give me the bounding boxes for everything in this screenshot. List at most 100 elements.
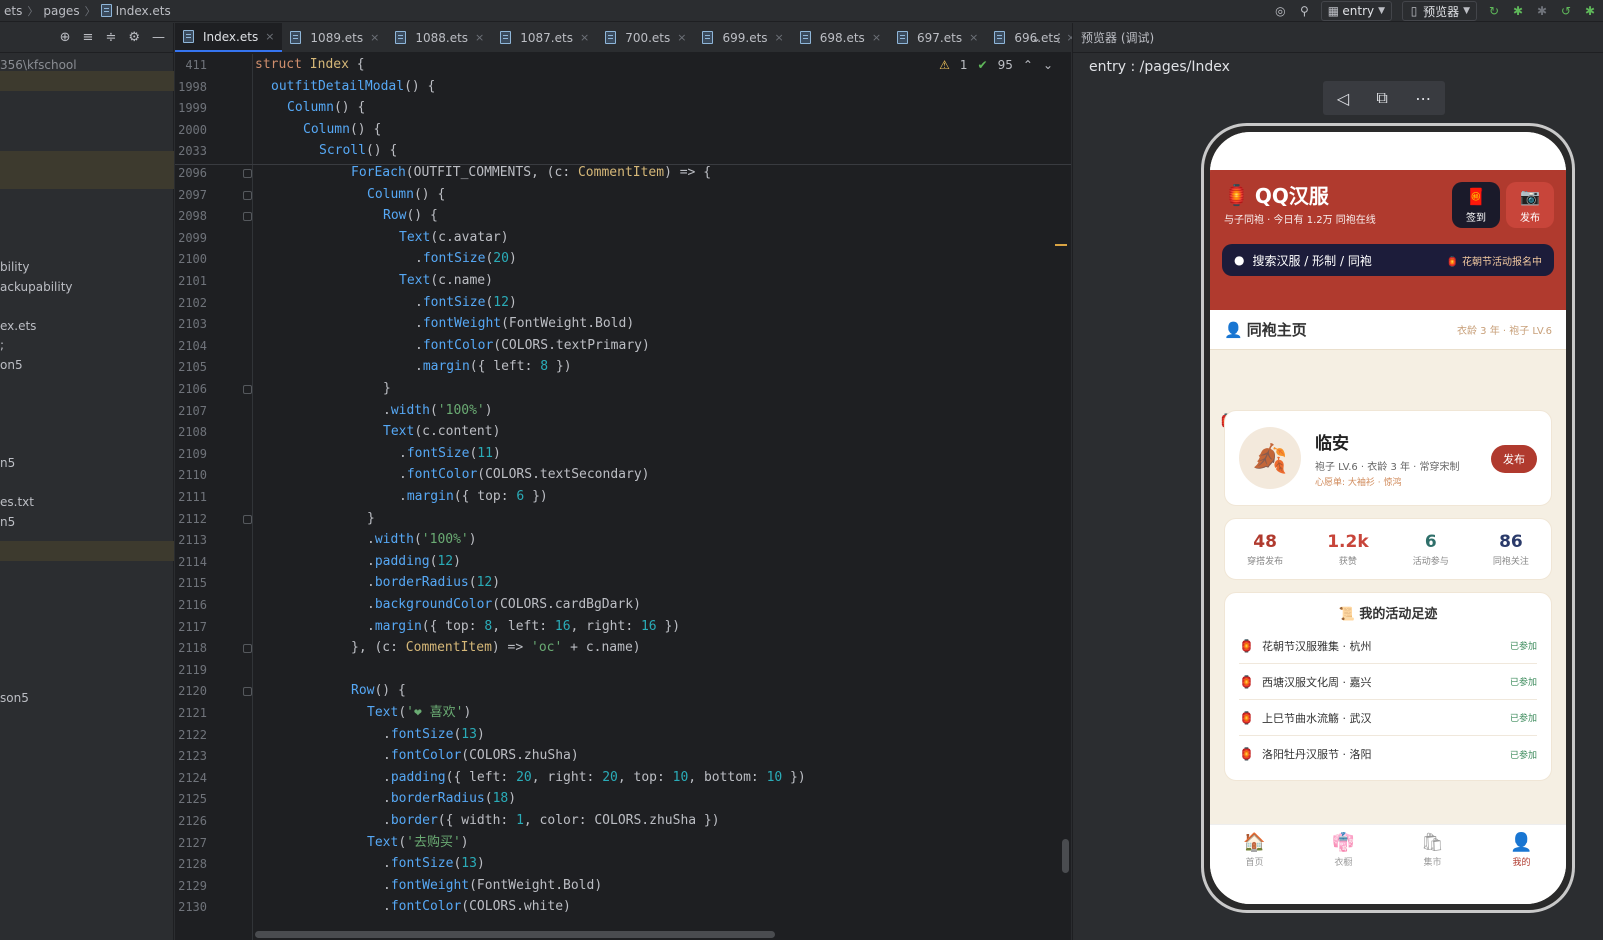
- fold-marker[interactable]: [243, 212, 252, 222]
- code-line[interactable]: .padding({ left: 20, right: 20, top: 10,…: [383, 767, 806, 789]
- code-line[interactable]: Row() {: [351, 680, 406, 702]
- search-bar[interactable]: ● 搜索汉服 / 形制 / 同袍 🏮 花朝节活动报名中: [1222, 244, 1554, 276]
- gear-icon[interactable]: ⚙: [128, 30, 140, 45]
- tree-item[interactable]: n5: [0, 453, 174, 473]
- more-vertical-icon[interactable]: ⋮: [1053, 31, 1065, 45]
- tab-wardrobe[interactable]: 👘 衣橱: [1332, 832, 1354, 868]
- code-line[interactable]: .fontColor(COLORS.zhuSha): [383, 745, 579, 767]
- code-line[interactable]: Text('去购买'): [367, 832, 469, 854]
- chevron-down-icon[interactable]: ⌄: [1031, 31, 1041, 45]
- code-line[interactable]: Column() {: [287, 97, 365, 119]
- stat-item[interactable]: 48 穿搭发布: [1247, 532, 1283, 567]
- fold-marker[interactable]: [243, 385, 252, 394]
- code-line[interactable]: .border({ width: 1, color: COLORS.zhuSha…: [383, 810, 720, 832]
- code-line[interactable]: Text(c.content): [383, 421, 500, 443]
- activity-item[interactable]: 🏮 花朝节汉服雅集 · 杭州 已参加: [1239, 628, 1537, 664]
- tab-home[interactable]: 🏠 首页: [1243, 832, 1265, 868]
- fold-marker[interactable]: [243, 190, 252, 200]
- code-line[interactable]: .fontColor(COLORS.textSecondary): [399, 464, 649, 486]
- close-icon[interactable]: ×: [775, 31, 784, 44]
- close-icon[interactable]: ×: [872, 31, 881, 44]
- activity-item[interactable]: 🏮 洛阳牡丹汉服节 · 洛阳 已参加: [1239, 736, 1537, 772]
- horizontal-scrollbar[interactable]: [255, 931, 775, 938]
- code-line[interactable]: }: [383, 378, 391, 400]
- tab-1089[interactable]: 1089.ets ×: [282, 23, 387, 52]
- rotate-icon[interactable]: ⧉: [1376, 88, 1387, 108]
- code-line[interactable]: .backgroundColor(COLORS.cardBgDark): [367, 594, 641, 616]
- tree-item[interactable]: ackupability: [0, 277, 174, 297]
- code-line[interactable]: .width('100%'): [383, 400, 493, 422]
- fold-marker[interactable]: [243, 514, 252, 524]
- tab-698[interactable]: 698.ets ×: [792, 23, 889, 52]
- code-line[interactable]: .fontSize(20): [415, 248, 517, 270]
- attach-debugger-icon[interactable]: ✱: [1535, 4, 1549, 18]
- tree-item[interactable]: bility: [0, 257, 174, 277]
- tree-item[interactable]: on5: [0, 355, 174, 375]
- code-line[interactable]: .margin({ left: 8 }): [415, 356, 572, 378]
- code-line[interactable]: .fontSize(13): [383, 853, 485, 875]
- code-line[interactable]: Column() {: [303, 119, 381, 141]
- code-line[interactable]: Row() {: [383, 205, 438, 227]
- code-line[interactable]: }, (c: CommentItem) => 'oc' + c.name): [351, 637, 641, 659]
- code-line[interactable]: .fontSize(12): [415, 292, 517, 314]
- close-icon[interactable]: ×: [370, 31, 379, 44]
- tab-index[interactable]: Index.ets ×: [175, 23, 283, 52]
- chevron-up-icon[interactable]: ⌃: [1023, 58, 1033, 72]
- chevron-down-icon[interactable]: ⌄: [1043, 58, 1053, 72]
- tab-1087[interactable]: 1087.ets ×: [492, 23, 597, 52]
- activity-item[interactable]: 🏮 上巳节曲水流觞 · 武汉 已参加: [1239, 700, 1537, 736]
- fold-marker[interactable]: [243, 644, 252, 654]
- sign-in-button[interactable]: 🧧 签到: [1452, 182, 1500, 228]
- vertical-scrollbar[interactable]: [1062, 839, 1069, 873]
- tree-item[interactable]: son5: [0, 688, 174, 708]
- code-line[interactable]: Column() {: [367, 184, 445, 206]
- avatar[interactable]: 🍂: [1239, 427, 1301, 489]
- collapse-all-icon[interactable]: ≡: [83, 30, 94, 45]
- inspection-widget[interactable]: ⚠ 1 ✔ 95 ⌃ ⌄: [939, 58, 1053, 72]
- profile-post-button[interactable]: 发布: [1491, 445, 1537, 473]
- code-line[interactable]: .fontWeight(FontWeight.Bold): [415, 313, 634, 335]
- tab-699[interactable]: 699.ets ×: [694, 23, 791, 52]
- close-icon[interactable]: ×: [969, 31, 978, 44]
- target-icon[interactable]: ◎: [1273, 4, 1287, 18]
- code-line[interactable]: .fontColor(COLORS.white): [383, 896, 571, 918]
- debug-icon[interactable]: ✱: [1511, 4, 1525, 18]
- fold-marker[interactable]: [243, 687, 252, 697]
- close-icon[interactable]: ×: [580, 31, 589, 44]
- tab-697[interactable]: 697.ets ×: [889, 23, 986, 52]
- breadcrumb-item[interactable]: Index.ets: [116, 4, 171, 18]
- stat-item[interactable]: 6 活动参与: [1413, 532, 1449, 567]
- code-line[interactable]: Text('❤ 喜欢'): [367, 702, 471, 724]
- code-line[interactable]: .fontSize(13): [383, 724, 485, 746]
- run-config-dropdown[interactable]: ▦ entry ▼: [1321, 1, 1393, 21]
- activity-item[interactable]: 🏮 西塘汉服文化周 · 嘉兴 已参加: [1239, 664, 1537, 700]
- code-line[interactable]: .margin({ top: 6 }): [399, 486, 548, 508]
- stat-item[interactable]: 86 同袍关注: [1493, 532, 1529, 567]
- breadcrumb-item[interactable]: ets: [4, 4, 22, 18]
- rerun-icon[interactable]: ↺: [1559, 4, 1573, 18]
- tab-1088[interactable]: 1088.ets ×: [387, 23, 492, 52]
- code-line[interactable]: .borderRadius(18): [383, 788, 516, 810]
- code-line[interactable]: .fontSize(11): [399, 443, 501, 465]
- locate-icon[interactable]: ⊕: [60, 30, 71, 45]
- code-line[interactable]: Scroll() {: [319, 140, 397, 162]
- code-line[interactable]: .borderRadius(12): [367, 572, 500, 594]
- code-line[interactable]: struct Index {: [255, 54, 365, 76]
- tab-market[interactable]: 🛍 集市: [1421, 832, 1444, 868]
- code-line[interactable]: .padding(12): [367, 551, 461, 573]
- back-icon[interactable]: ◁: [1337, 89, 1349, 108]
- fold-marker[interactable]: [243, 169, 252, 178]
- code-line[interactable]: outfitDetailModal() {: [271, 76, 435, 98]
- tree-item[interactable]: es.txt: [0, 492, 174, 512]
- code-line[interactable]: .fontColor(COLORS.textPrimary): [415, 335, 650, 357]
- code-line[interactable]: .margin({ top: 8, left: 16, right: 16 }): [367, 616, 680, 638]
- more-icon[interactable]: ⋯: [1415, 89, 1431, 108]
- refresh-icon[interactable]: ↻: [1487, 4, 1501, 18]
- code-line[interactable]: }: [367, 508, 375, 530]
- code-line[interactable]: ForEach(OUTFIT_COMMENTS, (c: CommentItem…: [351, 162, 711, 184]
- minimize-icon[interactable]: —: [152, 30, 165, 45]
- stat-item[interactable]: 1.2k 获赞: [1327, 532, 1368, 567]
- post-button[interactable]: 📷 发布: [1506, 182, 1554, 228]
- code-line[interactable]: Text(c.avatar): [399, 227, 509, 249]
- promo-badge[interactable]: 🏮 花朝节活动报名中: [1446, 253, 1542, 268]
